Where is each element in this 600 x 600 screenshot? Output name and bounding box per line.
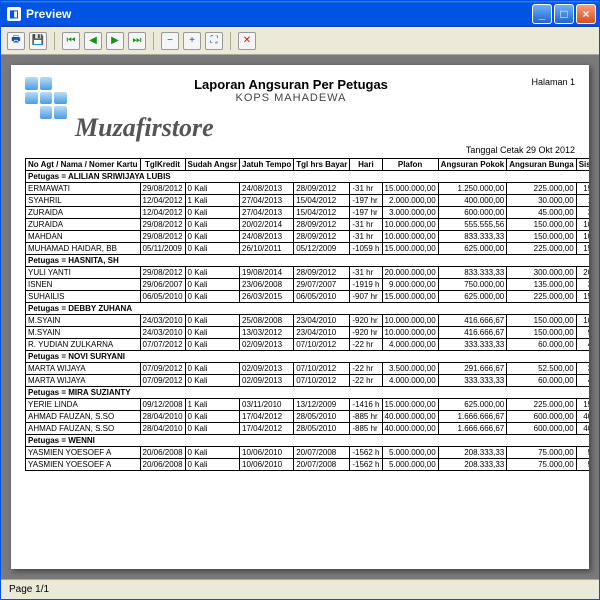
col-tglkredit: TglKredit — [140, 159, 185, 171]
watermark-text: Muzafirstore — [75, 113, 575, 143]
next-page-button[interactable]: ▶ — [106, 32, 124, 50]
table-row: SYAHRIL12/04/20121 Kali27/04/201315/04/2… — [26, 195, 590, 207]
table-row: AHMAD FAUZAN, S.SO28/04/20100 Kali17/04/… — [26, 423, 590, 435]
group-row: Petugas = NOVI SURYANI — [26, 351, 590, 363]
table-row: MUHAMAD HAIDAR, BB05/11/20090 Kali26/10/… — [26, 243, 590, 255]
table-row: MARTA WIJAYA07/09/20120 Kali02/09/201307… — [26, 363, 590, 375]
save-button[interactable]: 💾 — [29, 32, 47, 50]
zoom-out-button[interactable]: − — [161, 32, 179, 50]
toolbar-separator — [230, 32, 231, 50]
col-plafon: Plafon — [382, 159, 438, 171]
group-row: Petugas = DEBBY ZUHANA — [26, 303, 590, 315]
page-viewer[interactable]: Laporan Angsuran Per Petugas KOPS MAHADE… — [1, 55, 599, 579]
page-number-label: Halaman 1 — [515, 77, 575, 87]
table-row: ZURAIDA29/08/20120 Kali20/02/201428/09/2… — [26, 219, 590, 231]
report-page: Laporan Angsuran Per Petugas KOPS MAHADE… — [11, 65, 589, 569]
report-subtitle: KOPS MAHADEWA — [77, 92, 505, 104]
table-row: AHMAD FAUZAN, S.SO28/04/20100 Kali17/04/… — [26, 411, 590, 423]
zoom-in-button[interactable]: + — [183, 32, 201, 50]
app-icon: ◧ — [7, 7, 21, 21]
toolbar-separator — [153, 32, 154, 50]
close-button[interactable]: × — [576, 4, 596, 24]
group-row: Petugas = HASNITA, SH — [26, 255, 590, 267]
status-page: Page 1/1 — [9, 584, 49, 595]
maximize-button[interactable]: □ — [554, 4, 574, 24]
table-row: M.SYAIN24/03/20100 Kali25/08/200823/04/2… — [26, 315, 590, 327]
prev-page-button[interactable]: ◀ — [84, 32, 102, 50]
col-ap: Angsuran Pokok — [438, 159, 507, 171]
report-title: Laporan Angsuran Per Petugas — [77, 77, 505, 92]
table-header-row: No Agt / Nama / Nomer Kartu TglKredit Su… — [26, 159, 590, 171]
table-row: YULI YANTI29/08/20120 Kali19/08/201428/0… — [26, 267, 590, 279]
table-row: ZURAIDA12/04/20120 Kali27/04/201315/04/2… — [26, 207, 590, 219]
table-row: MAHDAN29/08/20120 Kali24/08/201328/09/20… — [26, 231, 590, 243]
col-hari: Hari — [350, 159, 382, 171]
group-row: Petugas = WENNI — [26, 435, 590, 447]
window-title: Preview — [26, 7, 532, 21]
table-row: YERIE LINDA09/12/20081 Kali03/11/201013/… — [26, 399, 590, 411]
col-ab: Angsuran Bunga — [507, 159, 576, 171]
titlebar[interactable]: ◧ Preview _ □ × — [1, 1, 599, 27]
zoom-fit-button[interactable]: ⛶ — [205, 32, 223, 50]
table-row: SUHAILIS06/05/20100 Kali26/03/201506/05/… — [26, 291, 590, 303]
first-page-button[interactable]: ⏮ — [62, 32, 80, 50]
report-table: No Agt / Nama / Nomer Kartu TglKredit Su… — [25, 158, 589, 471]
company-logo — [25, 77, 67, 119]
table-row: M.SYAIN24/03/20100 Kali13/03/201223/04/2… — [26, 327, 590, 339]
group-row: Petugas = ALILIAN SRIWIJAYA LUBIS — [26, 171, 590, 183]
table-row: YASMIEN YOESOEF A20/06/20080 Kali10/06/2… — [26, 447, 590, 459]
col-agt: No Agt / Nama / Nomer Kartu — [26, 159, 141, 171]
col-jatuh: Jatuh Tempo — [240, 159, 294, 171]
table-row: ISNEN29/06/20070 Kali23/06/200829/07/200… — [26, 279, 590, 291]
col-sudah: Sudah Angsr — [185, 159, 239, 171]
table-row: MARTA WIJAYA07/09/20120 Kali02/09/201307… — [26, 375, 590, 387]
print-date: Tanggal Cetak 29 Okt 2012 — [25, 145, 575, 155]
table-row: R. YUDIAN ZULKARNA07/07/20120 Kali02/09/… — [26, 339, 590, 351]
status-bar: Page 1/1 — [1, 579, 599, 599]
table-row: YASMIEN YOESOEF A20/06/20080 Kali10/06/2… — [26, 459, 590, 471]
preview-window: ◧ Preview _ □ × 🖶 💾 ⏮ ◀ ▶ ⏭ − + ⛶ ✕ — [0, 0, 600, 600]
toolbar: 🖶 💾 ⏮ ◀ ▶ ⏭ − + ⛶ ✕ — [1, 27, 599, 55]
group-row: Petugas = MIRA SUZIANTY — [26, 387, 590, 399]
minimize-button[interactable]: _ — [532, 4, 552, 24]
col-sa: Sisa Angsuran — [576, 159, 589, 171]
table-row: ERMAWATI29/08/20120 Kali24/08/201328/09/… — [26, 183, 590, 195]
toolbar-separator — [54, 32, 55, 50]
print-button[interactable]: 🖶 — [7, 32, 25, 50]
last-page-button[interactable]: ⏭ — [128, 32, 146, 50]
close-preview-button[interactable]: ✕ — [238, 32, 256, 50]
col-tglhrs: Tgl hrs Bayar — [294, 159, 350, 171]
